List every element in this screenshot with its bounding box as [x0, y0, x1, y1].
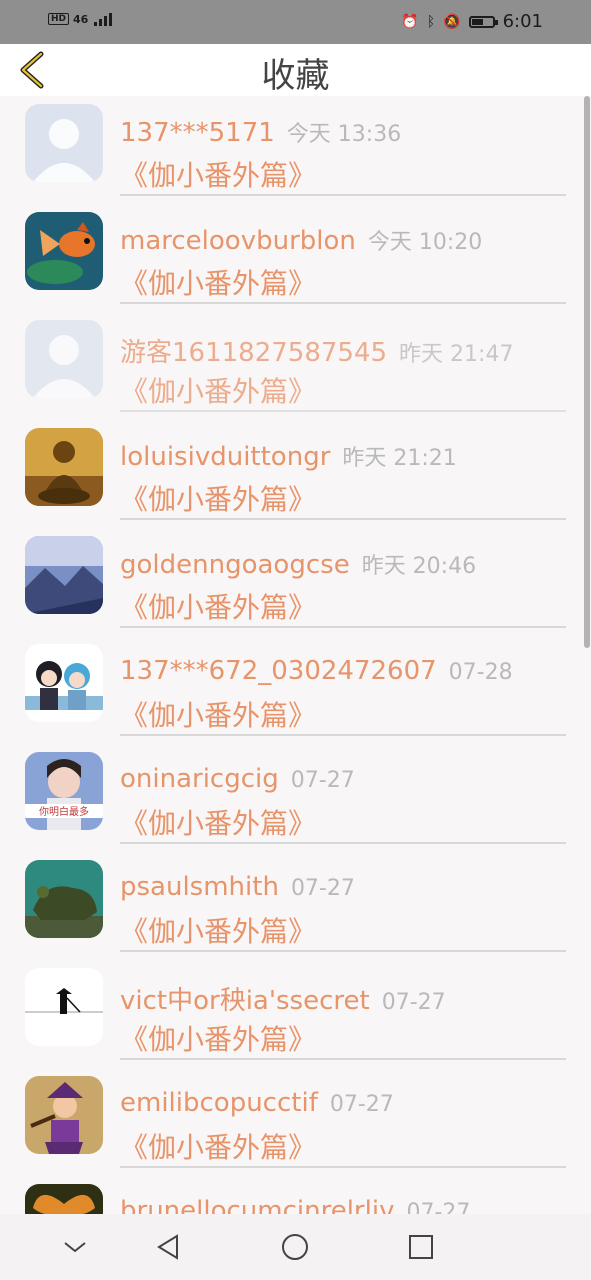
user-name-text: loluisivduittongr [120, 442, 331, 472]
timestamp: 今天 13:36 [286, 122, 402, 147]
divider [120, 842, 566, 844]
avatar[interactable] [25, 104, 103, 182]
book-title-link[interactable]: 《伽小番外篇》 [120, 910, 316, 950]
back-triangle-icon[interactable] [154, 1232, 184, 1262]
book-title-link[interactable]: 《伽小番外篇》 [120, 262, 316, 302]
avatar[interactable] [25, 536, 103, 614]
user-name: 游客1611827587545 昨天 21:47 [120, 332, 513, 369]
user-name-text: oninaricgcig [120, 764, 279, 794]
list-item[interactable]: psaulsmhith 07-27 《伽小番外篇》 [0, 852, 591, 960]
timestamp: 07-27 [290, 768, 355, 793]
avatar[interactable] [25, 428, 103, 506]
timestamp: 今天 10:20 [367, 230, 483, 255]
timestamp: 07-27 [381, 990, 446, 1015]
user-name-text: vict中or秧ia'ssecret [120, 986, 370, 1016]
avatar[interactable] [25, 1076, 103, 1154]
user-name: loluisivduittongr 昨天 21:21 [120, 440, 457, 472]
avatar[interactable] [25, 644, 103, 722]
divider [120, 410, 566, 412]
user-name-text: 137***672_0302472607 [120, 656, 437, 686]
recents-square-icon[interactable] [406, 1232, 436, 1262]
favorites-list[interactable]: 137***5171 今天 13:36 《伽小番外篇》 marceloovburblo… [0, 96, 591, 1214]
divider [120, 518, 566, 520]
list-item[interactable]: vict中or秧ia'ssecret 07-27 《伽小番外篇》 [0, 960, 591, 1068]
user-name-text: brunellocumcinrelrliv [120, 1196, 395, 1214]
user-name-text: 137***5171 [120, 118, 275, 148]
divider [120, 626, 566, 628]
network-type: 46 [73, 12, 89, 26]
list-item[interactable]: 137***672_0302472607 07-28 《伽小番外篇》 [0, 636, 591, 744]
collapse-down-icon[interactable] [60, 1232, 90, 1262]
timestamp: 07-27 [329, 1092, 394, 1117]
svg-text:你明白最多: 你明白最多 [39, 805, 89, 818]
status-bar: HD 46 ⏰ ᛒ 🔕 6:01 [0, 0, 591, 44]
avatar[interactable]: 你明白最多 [25, 752, 103, 830]
book-title-link[interactable]: 《伽小番外篇》 [120, 370, 316, 410]
signal-icon [94, 12, 113, 26]
clock: 6:01 [502, 11, 543, 32]
alarm-icon: ⏰ [401, 13, 419, 30]
user-name: psaulsmhith 07-27 [120, 872, 355, 902]
user-name: oninaricgcig 07-27 [120, 764, 355, 794]
user-name: marceloovburblon 今天 10:20 [120, 224, 482, 256]
book-title-link[interactable]: 《伽小番外篇》 [120, 802, 316, 842]
avatar[interactable] [25, 212, 103, 290]
timestamp: 07-28 [448, 660, 513, 685]
timestamp: 昨天 21:21 [342, 446, 457, 471]
battery-icon [468, 15, 498, 28]
book-title-link[interactable]: 《伽小番外篇》 [120, 1126, 316, 1166]
user-name-text: goldenngoaogcse [120, 550, 350, 580]
avatar[interactable] [25, 320, 103, 398]
app-header: 收藏 [0, 44, 591, 96]
timestamp: 07-27 [406, 1200, 471, 1214]
list-item[interactable]: 137***5171 今天 13:36 《伽小番外篇》 [0, 96, 591, 204]
divider [120, 950, 566, 952]
book-title-link[interactable]: 《伽小番外篇》 [120, 694, 316, 734]
avatar[interactable] [25, 860, 103, 938]
divider [120, 1166, 566, 1168]
user-name: 137***5171 今天 13:36 [120, 116, 401, 148]
user-name-text: marceloovburblon [120, 226, 356, 256]
list-item[interactable]: goldenngoaogcse 昨天 20:46 《伽小番外篇》 [0, 528, 591, 636]
divider [120, 194, 566, 196]
divider [120, 302, 566, 304]
list-item[interactable]: marceloovburblon 今天 10:20 《伽小番外篇》 [0, 204, 591, 312]
hd-badge: HD [48, 13, 70, 25]
user-name: goldenngoaogcse 昨天 20:46 [120, 548, 476, 580]
list-item[interactable]: 你明白最多 oninaricgcig 07-27 《伽小番外篇》 [0, 744, 591, 852]
divider [120, 734, 566, 736]
book-title-link[interactable]: 《伽小番外篇》 [120, 478, 316, 518]
divider [120, 1058, 566, 1060]
list-item[interactable]: 游客1611827587545 昨天 21:47 《伽小番外篇》 [0, 312, 591, 420]
user-name-text: 游客1611827587545 [120, 338, 388, 368]
user-name: vict中or秧ia'ssecret 07-27 [120, 980, 446, 1017]
book-title-link[interactable]: 《伽小番外篇》 [120, 586, 316, 626]
user-name-text: psaulsmhith [120, 872, 279, 902]
system-nav-bar [0, 1214, 591, 1280]
avatar[interactable] [25, 968, 103, 1046]
user-name-text: emilibcopucctif [120, 1088, 318, 1118]
book-title-link[interactable]: 《伽小番外篇》 [120, 1018, 316, 1058]
home-circle-icon[interactable] [280, 1232, 310, 1262]
user-name: 137***672_0302472607 07-28 [120, 656, 513, 686]
page-title: 收藏 [261, 56, 330, 96]
list-item[interactable]: brunellocumcinrelrliv 07-27 [0, 1176, 591, 1214]
bluetooth-icon: ᛒ [426, 13, 436, 30]
book-title-link[interactable]: 《伽小番外篇》 [120, 154, 316, 194]
mute-icon: 🔕 [443, 13, 461, 30]
list-item[interactable]: emilibcopucctif 07-27 《伽小番外篇》 [0, 1068, 591, 1176]
timestamp: 昨天 21:47 [399, 342, 514, 367]
scrollbar[interactable] [584, 96, 590, 648]
network-indicator: HD 46 [48, 12, 113, 26]
timestamp: 07-27 [290, 876, 355, 901]
avatar[interactable] [25, 1184, 103, 1214]
list-item[interactable]: loluisivduittongr 昨天 21:21 《伽小番外篇》 [0, 420, 591, 528]
timestamp: 昨天 20:46 [361, 554, 477, 579]
user-name: emilibcopucctif 07-27 [120, 1088, 394, 1118]
user-name: brunellocumcinrelrliv 07-27 [120, 1196, 470, 1214]
